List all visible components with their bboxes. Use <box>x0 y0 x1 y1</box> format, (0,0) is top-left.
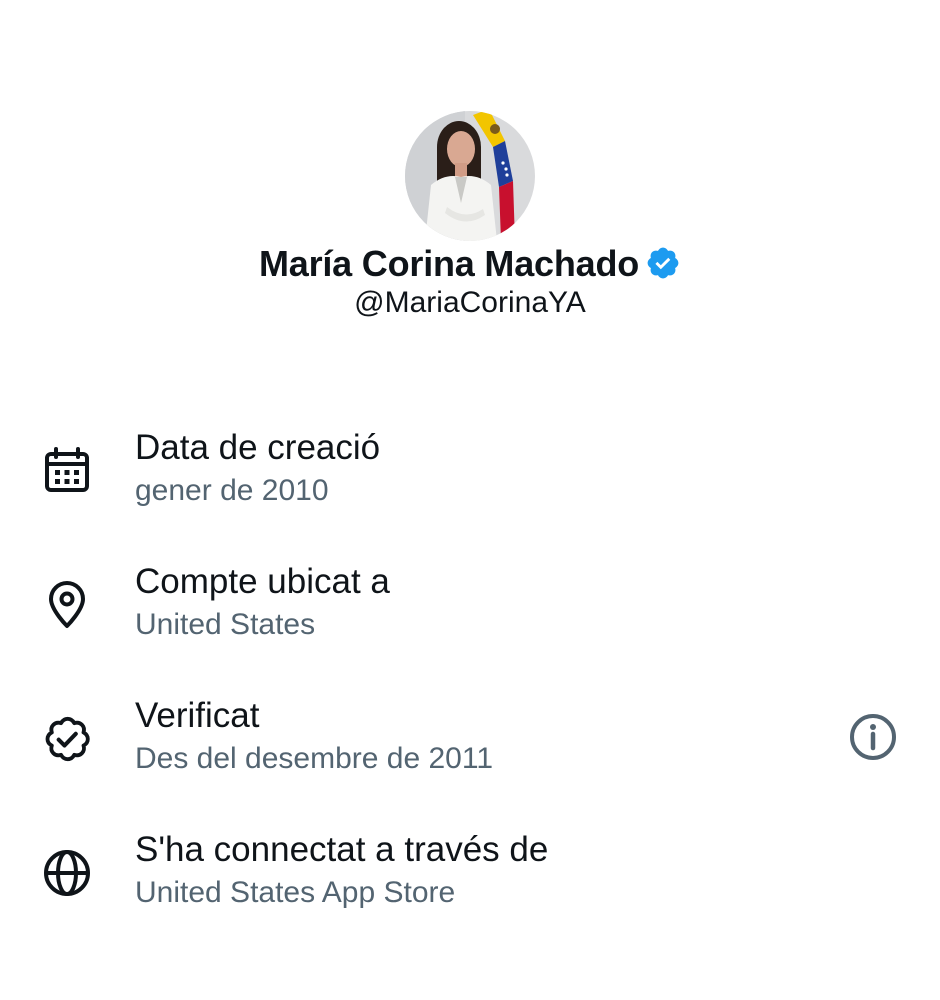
info-item-creation-date: Data de creació gener de 2010 <box>0 410 940 544</box>
display-name: María Corina Machado <box>258 243 640 284</box>
info-item-verified: Verificat Des del desembre de 2011 <box>0 678 940 812</box>
calendar-icon <box>40 444 94 498</box>
name-row: María Corina Machado <box>0 242 940 286</box>
verified-check-icon[interactable] <box>645 245 681 281</box>
info-title: Data de creació <box>135 428 381 467</box>
info-title: S'ha connectat a través de <box>135 830 549 869</box>
verified-badge-outline-icon <box>40 712 94 766</box>
location-pin-icon <box>40 578 94 632</box>
info-subtitle: Des del desembre de 2011 <box>135 742 494 775</box>
globe-icon <box>40 846 94 900</box>
info-subtitle: United States <box>135 608 316 641</box>
profile-header: María Corina Machado @MariaCorinaYA <box>0 0 940 340</box>
avatar[interactable] <box>405 111 535 241</box>
info-title: Compte ubicat a <box>135 562 390 601</box>
info-icon[interactable] <box>846 710 900 764</box>
account-info-list: Data de creació gener de 2010 Compte ubi… <box>0 410 940 946</box>
info-subtitle: United States App Store <box>135 876 456 909</box>
info-title: Verificat <box>135 696 260 735</box>
info-item-location: Compte ubicat a United States <box>0 544 940 678</box>
avatar-photo <box>405 111 535 241</box>
profile-handle: @MariaCorinaYA <box>354 286 586 319</box>
account-info-page: María Corina Machado @MariaCorinaYA Data… <box>0 0 940 1000</box>
info-item-connected-via: S'ha connectat a través de United States… <box>0 812 940 946</box>
info-subtitle: gener de 2010 <box>135 474 329 507</box>
